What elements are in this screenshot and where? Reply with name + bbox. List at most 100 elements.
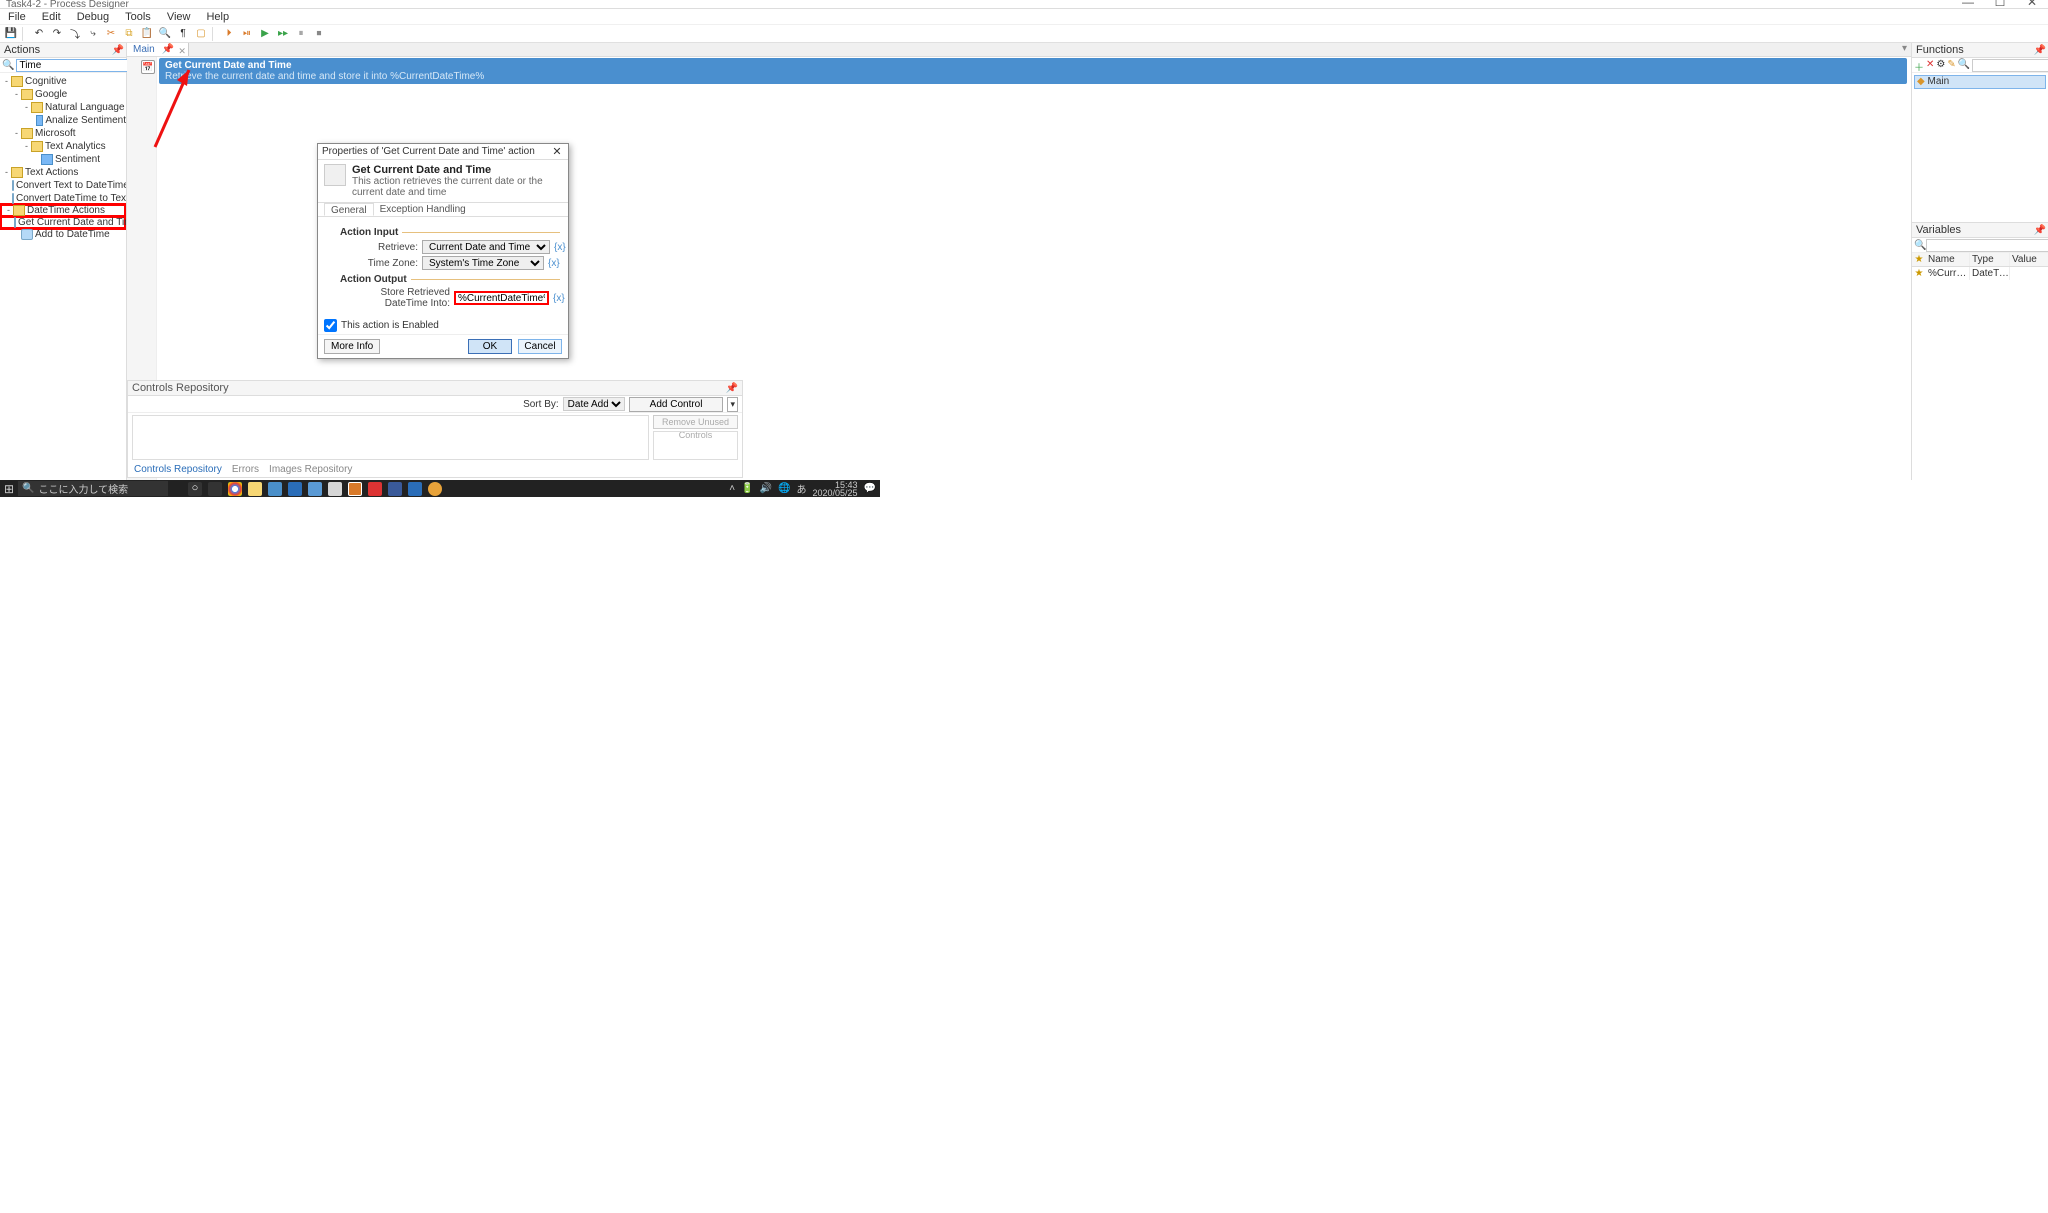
cut-icon[interactable]: ✂ <box>104 27 118 41</box>
stop-icon[interactable]: ⏹ <box>312 27 326 41</box>
step-into-icon[interactable]: ⤷ <box>86 27 100 41</box>
app-icon[interactable] <box>348 482 362 496</box>
taskbar-clock[interactable]: 15:43 2020/05/25 <box>813 481 858 497</box>
ok-button[interactable]: OK <box>468 339 512 354</box>
app-icon[interactable] <box>388 482 402 496</box>
expand-toggle[interactable]: - <box>12 127 21 140</box>
network-icon[interactable]: 🌐 <box>778 483 790 494</box>
folder-icon[interactable] <box>268 482 282 496</box>
functions-search-input[interactable] <box>1972 59 2048 72</box>
variable-star[interactable]: ★ <box>1912 267 1926 280</box>
task-view-icon[interactable] <box>208 482 222 496</box>
edit-function-icon[interactable]: ✎ <box>1947 59 1955 72</box>
close-button[interactable]: ✕ <box>2016 0 2048 7</box>
function-row-main[interactable]: ◆ Main <box>1914 75 2046 89</box>
col-type[interactable]: Type <box>1970 253 2010 266</box>
tree-item[interactable]: -Microsoft <box>0 127 126 140</box>
pin-icon[interactable]: 📌 <box>726 381 738 396</box>
pause-icon[interactable]: ⏸ <box>294 27 308 41</box>
paste-icon[interactable]: 📋 <box>140 27 154 41</box>
store-into-input[interactable] <box>454 291 549 305</box>
dialog-tab-general[interactable]: General <box>324 203 374 216</box>
volume-icon[interactable]: 🔊 <box>760 483 772 494</box>
minimize-button[interactable]: — <box>1952 0 1984 7</box>
expand-toggle[interactable]: - <box>12 88 21 101</box>
undo-icon[interactable]: ↶ <box>32 27 46 41</box>
actions-tree[interactable]: -Cognitive-Google-Natural LanguageAnaliz… <box>0 73 126 480</box>
mail-icon[interactable] <box>288 482 302 496</box>
run-debug-icon[interactable]: ⏯ <box>240 27 254 41</box>
add-function-icon[interactable]: ＋ <box>1914 59 1924 72</box>
redo-icon[interactable]: ↷ <box>50 27 64 41</box>
tab-controls-repo[interactable]: Controls Repository <box>134 462 222 477</box>
tab-main[interactable]: Main 📌 ✕ <box>127 43 189 56</box>
app-icon[interactable] <box>308 482 322 496</box>
expand-toggle[interactable]: - <box>2 166 11 179</box>
variable-picker-icon[interactable]: {x} <box>554 242 566 253</box>
dialog-close-icon[interactable]: ✕ <box>548 144 566 160</box>
tab-pin-icon[interactable]: 📌 <box>161 44 173 55</box>
copy-icon[interactable]: ⧉ <box>122 27 136 41</box>
explorer-icon[interactable] <box>248 482 262 496</box>
more-info-button[interactable]: More Info <box>324 339 380 354</box>
find-icon[interactable]: 🔍 <box>158 27 172 41</box>
col-name[interactable]: Name <box>1926 253 1970 266</box>
taskbar-search[interactable]: 🔍 ここに入力して検索 <box>18 481 168 496</box>
col-value[interactable]: Value <box>2010 253 2048 266</box>
tree-item[interactable]: Analize Sentiment <box>0 114 126 127</box>
retrieve-select[interactable]: Current Date and Time <box>422 240 550 254</box>
menu-file[interactable]: File <box>4 9 30 24</box>
action-enabled-checkbox[interactable] <box>324 319 337 332</box>
pin-icon[interactable]: 📌 <box>2034 223 2046 238</box>
region-icon[interactable]: ▢ <box>194 27 208 41</box>
add-control-button[interactable]: Add Control <box>629 397 724 412</box>
controls-list[interactable] <box>132 415 649 460</box>
rename-function-icon[interactable]: ⚙ <box>1936 59 1945 72</box>
comment-icon[interactable]: ¶ <box>176 27 190 41</box>
maximize-button[interactable]: ☐ <box>1984 0 2016 7</box>
pin-icon[interactable]: 📌 <box>2034 43 2046 58</box>
star-column-icon[interactable]: ★ <box>1912 253 1926 266</box>
step-icon[interactable]: ▸▸ <box>276 27 290 41</box>
cortana-icon[interactable]: ○ <box>188 482 202 496</box>
app-icon[interactable] <box>328 482 342 496</box>
find-function-icon[interactable]: 🔍 <box>1958 59 1970 72</box>
tab-close-icon[interactable]: ✕ <box>178 44 186 58</box>
tree-item[interactable]: -Natural Language <box>0 101 126 114</box>
battery-icon[interactable]: 🔋 <box>741 483 753 494</box>
tree-item[interactable]: Add to DateTime <box>0 228 126 241</box>
tab-images-repo[interactable]: Images Repository <box>269 462 352 477</box>
pin-icon[interactable]: 📌 <box>112 43 124 58</box>
dialog-tab-exception[interactable]: Exception Handling <box>374 203 472 216</box>
cancel-button[interactable]: Cancel <box>518 339 562 354</box>
expand-toggle[interactable]: - <box>22 101 31 114</box>
sort-by-select[interactable]: Date Added <box>563 397 625 411</box>
play-icon[interactable]: ▶ <box>258 27 272 41</box>
menu-edit[interactable]: Edit <box>38 9 65 24</box>
expand-toggle[interactable]: - <box>4 204 13 217</box>
tray-chevron-icon[interactable]: ˄ <box>729 483 735 494</box>
start-button[interactable]: ⊞ <box>0 482 18 496</box>
save-icon[interactable]: 💾 <box>4 27 18 41</box>
app-icon[interactable] <box>408 482 422 496</box>
tab-overflow-icon[interactable]: ▾ <box>1898 43 1911 56</box>
variable-row[interactable]: ★ %CurrentD… DateTim… <box>1912 267 2048 280</box>
menu-view[interactable]: View <box>163 9 195 24</box>
step-over-icon[interactable]: ⤵ <box>68 27 82 41</box>
chrome-icon[interactable] <box>228 482 242 496</box>
app-icon[interactable] <box>368 482 382 496</box>
tree-item[interactable]: Convert Text to DateTime <box>0 179 126 192</box>
tree-item[interactable]: -Google <box>0 88 126 101</box>
delete-function-icon[interactable]: ✕ <box>1926 59 1934 72</box>
menu-debug[interactable]: Debug <box>73 9 113 24</box>
tree-item[interactable]: -Cognitive <box>0 75 126 88</box>
expand-toggle[interactable]: - <box>22 140 31 153</box>
menu-tools[interactable]: Tools <box>121 9 155 24</box>
timezone-select[interactable]: System's Time Zone <box>422 256 544 270</box>
notifications-icon[interactable]: 💬 <box>864 483 876 494</box>
expand-toggle[interactable]: - <box>2 75 11 88</box>
run-icon[interactable]: ⏵ <box>222 27 236 41</box>
process-step[interactable]: 📅 Get Current Date and Time Retrieve the… <box>159 58 1907 84</box>
tree-item[interactable]: Sentiment <box>0 153 126 166</box>
menu-help[interactable]: Help <box>202 9 233 24</box>
